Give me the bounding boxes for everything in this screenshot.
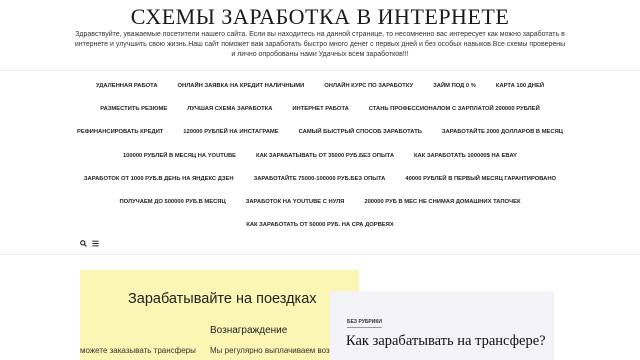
menu-item[interactable]: ЗАЙМ ПОД 0 % <box>433 83 476 89</box>
menu-item[interactable]: ОНЛАЙН ЗАЯВКА НА КРЕДИТ НАЛИЧНЫМИ <box>178 83 305 89</box>
banner-left-text: ы можете заказывать трансферы <box>80 346 196 355</box>
menu-row: РЕФИНАНСИРОВАТЬ КРЕДИТ 120000 РУБЛЕЙ НА И… <box>60 121 580 144</box>
menu-item[interactable]: СТАНЬ ПРОФЕССИОНАЛОМ С ЗАРПЛАТОЙ 200000 … <box>369 106 540 112</box>
menu-item[interactable]: КАРТА 100 ДНЕЙ <box>496 83 544 89</box>
menu-row: 100000 РУБЛЕЙ В МЕСЯЦ НА YOUTUBE КАК ЗАРА… <box>60 144 580 167</box>
menu-item[interactable]: 40000 РУБЛЕЙ В ПЕРВЫЙ МЕСЯЦ ГАРАНТИРОВАН… <box>405 176 556 182</box>
menu-row: ЗАРАБОТОК ОТ 1000 РУБ.В ДЕНЬ НА ЯНДЕКС Д… <box>60 167 580 190</box>
menu-item[interactable]: КАК ЗАРАБОТАТЬ ОТ 50000 РУБ. НА СРА ДОРВ… <box>246 222 393 228</box>
menu-icon[interactable] <box>92 240 99 247</box>
banner-title: Зарабатывайте на поездках <box>128 291 317 307</box>
menu-item[interactable]: 200000 РУБ В МЕС НЕ СНИМАЯ ДОМАШНИХ ТАПО… <box>364 199 520 205</box>
menu-item[interactable]: ЗАРАБОТАЙТЕ 75000-100000 РУБ.БЕЗ ОПЫТА <box>254 176 386 182</box>
menu-item[interactable]: РЕФИНАНСИРОВАТЬ КРЕДИТ <box>77 129 163 135</box>
menu-item[interactable]: ПОЛУЧАЕМ ДО 500000 РУБ.В МЕСЯЦ <box>119 199 225 205</box>
menu-item[interactable]: ЗАРАБОТОК ОТ 1000 РУБ.В ДЕНЬ НА ЯНДЕКС Д… <box>84 176 234 182</box>
menu-row: УДАЛЕННАЯ РАБОТА ОНЛАЙН ЗАЯВКА НА КРЕДИТ … <box>60 74 580 97</box>
search-icon[interactable] <box>80 240 87 247</box>
menu-divider <box>0 254 640 255</box>
menu-item[interactable]: ИНТЕРНЕТ РАБОТА <box>292 106 348 112</box>
menu-item[interactable]: ЛУЧШАЯ СХЕМА ЗАРАБОТКА <box>187 106 272 112</box>
menu-item[interactable]: 100000 РУБЛЕЙ В МЕСЯЦ НА YOUTUBE <box>123 153 236 159</box>
menu-item[interactable]: КАК ЗАРАБОТАТЬ 100000$ НА EBAY <box>414 153 517 159</box>
menu-item[interactable]: УДАЛЕННАЯ РАБОТА <box>96 83 158 89</box>
header-tools <box>80 240 99 247</box>
post-title[interactable]: Как зарабатывать на трансфере? <box>346 333 546 350</box>
menu-row: РАЗМЕСТИТЬ РЕЗЮМЕ ЛУЧШАЯ СХЕМА ЗАРАБОТКА И… <box>60 97 580 120</box>
menu-item[interactable]: КАК ЗАРАБАТЫВАТЬ ОТ 35000 РУБ.БЕЗ ОПЫТА <box>256 153 394 159</box>
menu-item[interactable]: РАЗМЕСТИТЬ РЕЗЮМЕ <box>100 106 167 112</box>
menu-item[interactable]: ОНЛАЙН КУРС ПО ЗАРАБОТКУ <box>324 83 413 89</box>
menu-item[interactable]: САМЫЙ БЫСТРЫЙ СПОСОБ ЗАРАБОТАТЬ <box>299 129 422 135</box>
menu-item[interactable]: 120000 РУБЛЕЙ НА ИНСТАГРАМЕ <box>183 129 278 135</box>
menu-row: ПОЛУЧАЕМ ДО 500000 РУБ.В МЕСЯЦ ЗАРАБОТОК … <box>60 190 580 213</box>
promo-banner[interactable]: Зарабатывайте на поездках а Вознагражден… <box>80 270 359 360</box>
header-divider <box>0 70 640 71</box>
site-title[interactable]: СХЕМЫ ЗАРАБОТКА В ИНТЕРНЕТЕ <box>0 4 640 30</box>
menu-row: КАК ЗАРАБОТАТЬ ОТ 50000 РУБ. НА СРА ДОРВ… <box>60 214 580 237</box>
menu-item[interactable]: ЗАРАБОТОК НА YOUTUBE С НУЛЯ <box>246 199 345 205</box>
banner-right-heading: Вознаграждение <box>210 325 288 336</box>
site-description: Здравствуйте, уважаемые посетители нашег… <box>74 31 566 58</box>
menu-item[interactable]: ЗАРАБОТАЙТЕ 2000 ДОЛЛАРОВ В МЕСЯЦ <box>442 129 563 135</box>
banner-right-text: Мы регулярно выплачиваем возн <box>210 346 335 355</box>
main-menu: УДАЛЕННАЯ РАБОТА ОНЛАЙН ЗАЯВКА НА КРЕДИТ … <box>60 74 580 237</box>
post-card: БЕЗ РУБРИКИ Как зарабатывать на трансфер… <box>330 291 554 360</box>
category-badge[interactable]: БЕЗ РУБРИКИ <box>347 319 382 328</box>
